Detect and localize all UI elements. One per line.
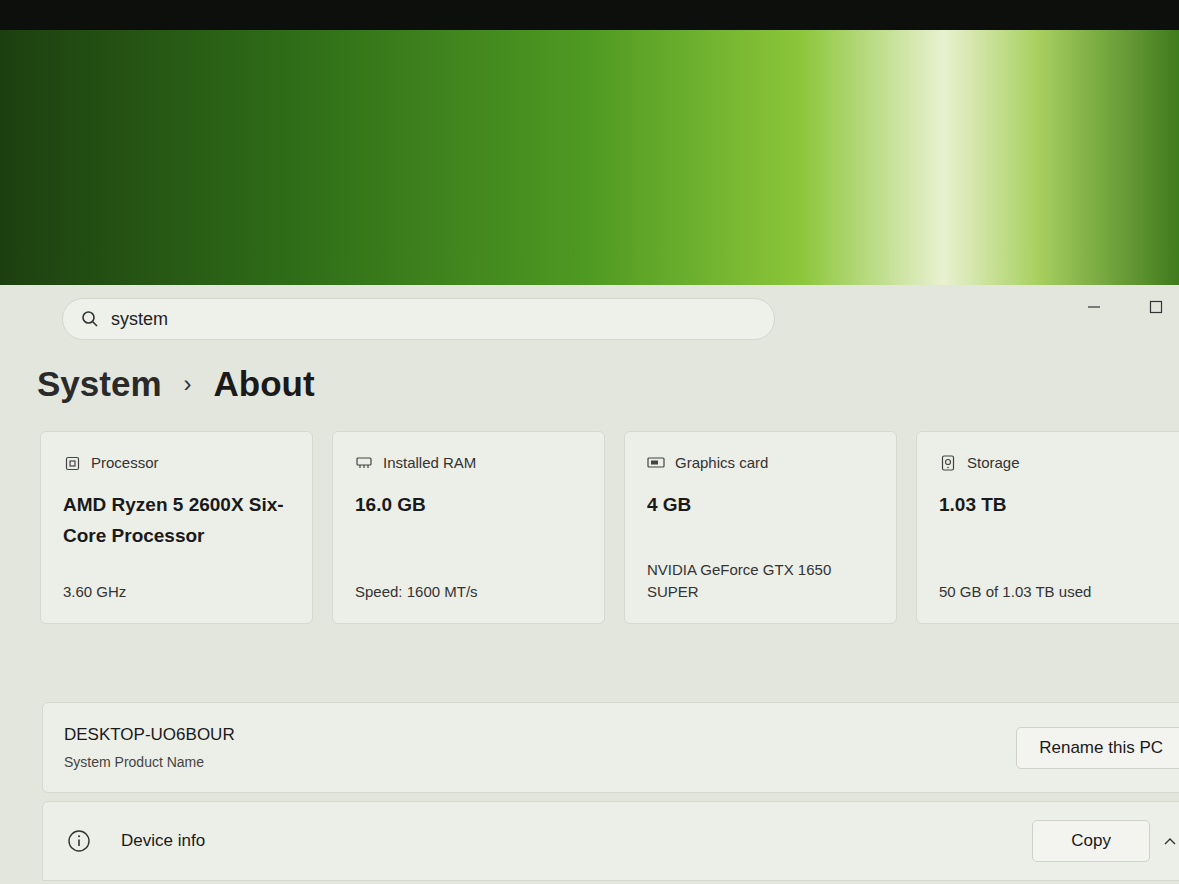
spec-detail: Speed: 1600 MT/s	[355, 573, 582, 603]
spec-value: 1.03 TB	[939, 489, 1166, 520]
spec-value: 16.0 GB	[355, 489, 582, 520]
maximize-icon[interactable]	[1149, 300, 1163, 314]
spec-detail: NVIDIA GeForce GTX 1650 SUPER	[647, 551, 874, 603]
screen-bezel	[0, 0, 1179, 30]
chevron-up-icon	[1164, 837, 1176, 845]
spec-header: Installed RAM	[355, 452, 582, 475]
wallpaper	[0, 30, 1179, 285]
spec-card: Storage 1.03 TB 50 GB of 1.03 TB used	[916, 431, 1179, 624]
spec-card: Processor AMD Ryzen 5 2600X Six-Core Proc…	[40, 431, 313, 624]
breadcrumb: System › About	[37, 366, 1179, 401]
spec-label: Storage	[967, 452, 1020, 475]
spec-value: AMD Ryzen 5 2600X Six-Core Processor	[63, 489, 290, 551]
spec-value: 4 GB	[647, 489, 874, 520]
device-info-label: Device info	[121, 828, 205, 854]
spec-cards: Processor AMD Ryzen 5 2600X Six-Core Proc…	[40, 431, 1179, 624]
device-name-text: DESKTOP-UO6BOUR System Product Name	[64, 722, 235, 773]
spec-header: Graphics card	[647, 452, 874, 475]
ram-icon	[355, 456, 373, 470]
gpu-icon	[647, 456, 665, 470]
title-bar: system	[0, 285, 1179, 340]
spec-detail: 50 GB of 1.03 TB used	[939, 573, 1166, 603]
spec-label: Processor	[91, 452, 159, 475]
spec-card: Installed RAM 16.0 GB Speed: 1600 MT/s	[332, 431, 605, 624]
device-info-row[interactable]: Device info Copy	[42, 801, 1179, 881]
settings-window: system System › About Processor AMD Ryzen 5 2…	[0, 285, 1179, 884]
rename-button[interactable]: Rename this PC	[1016, 727, 1179, 769]
spec-header: Storage	[939, 452, 1166, 475]
search-icon	[81, 310, 99, 328]
breadcrumb-current: About	[214, 366, 315, 401]
info-icon	[67, 829, 91, 853]
spec-header: Processor	[63, 452, 290, 475]
spec-detail: 3.60 GHz	[63, 573, 290, 603]
search-box[interactable]: system	[62, 298, 775, 340]
spec-label: Installed RAM	[383, 452, 476, 475]
copy-button[interactable]: Copy	[1032, 820, 1150, 862]
minimize-icon[interactable]	[1087, 300, 1101, 314]
storage-icon	[939, 455, 957, 471]
window-controls	[1087, 298, 1179, 314]
spec-label: Graphics card	[675, 452, 768, 475]
processor-icon	[63, 456, 81, 471]
search-text[interactable]: system	[111, 306, 168, 333]
device-name: DESKTOP-UO6BOUR	[64, 722, 235, 748]
spec-card: Graphics card 4 GB NVIDIA GeForce GTX 1650…	[624, 431, 897, 624]
device-name-row: DESKTOP-UO6BOUR System Product Name Rename…	[42, 702, 1179, 793]
breadcrumb-separator: ›	[184, 372, 192, 396]
device-label: System Product Name	[64, 752, 235, 773]
breadcrumb-parent[interactable]: System	[37, 366, 162, 401]
